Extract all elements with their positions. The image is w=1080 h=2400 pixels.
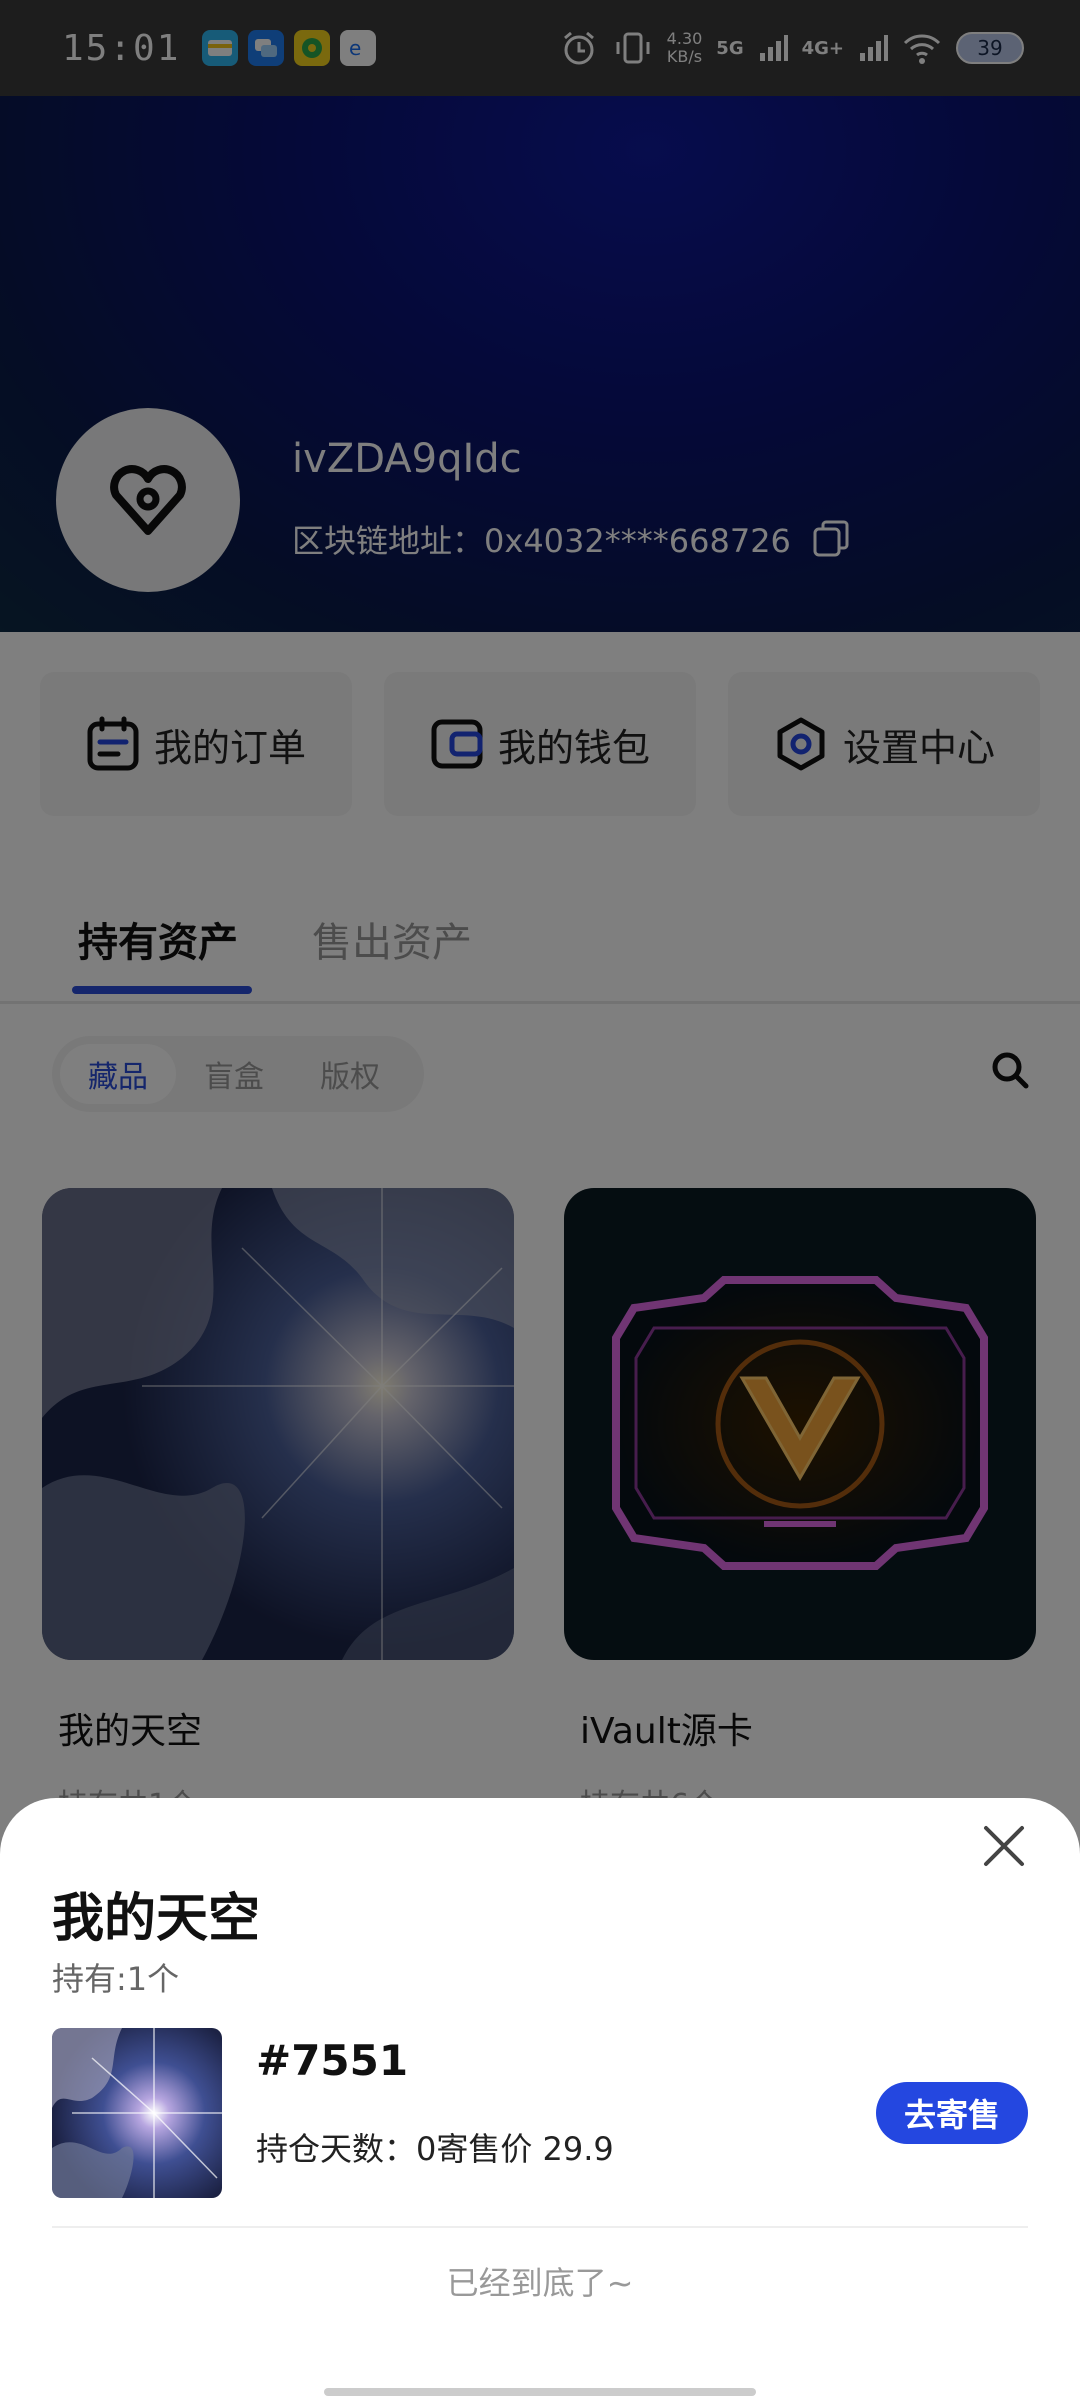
item-id: #7551: [256, 2036, 409, 2085]
sheet-title: 我的天空: [52, 1889, 261, 1949]
item-meta: 持仓天数：0寄售价 29.9: [256, 2130, 614, 2168]
close-icon[interactable]: [980, 1822, 1028, 1870]
consign-button[interactable]: 去寄售: [876, 2082, 1028, 2144]
collection-detail-sheet: 我的天空 持有:1个 #7551 持仓天数：0寄售价 29.9 去寄售 已经到底…: [0, 1798, 1080, 2400]
home-indicator[interactable]: [324, 2388, 756, 2396]
sheet-hold-count: 持有:1个: [52, 1960, 180, 1998]
divider: [52, 2226, 1028, 2228]
end-of-list-text: 已经到底了~: [446, 2264, 634, 2302]
item-thumbnail: [52, 2028, 222, 2198]
